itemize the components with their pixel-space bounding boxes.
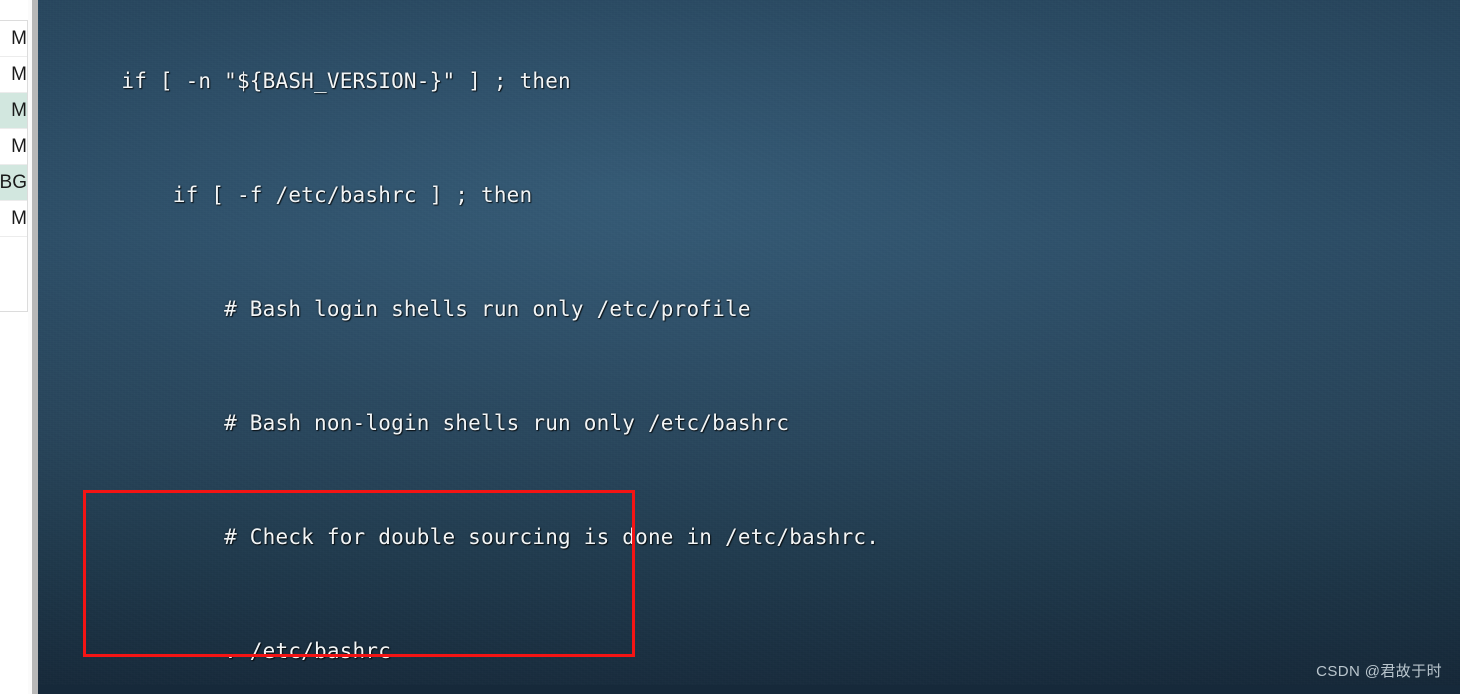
file-manager-panel[interactable]: M M M M BG M [0,20,28,312]
file-size-cell[interactable]: M [0,201,27,237]
terminal-line: # Bash login shells run only /etc/profil… [70,297,751,321]
file-size-cell[interactable]: M [0,57,27,93]
file-size-cell[interactable]: M [0,21,27,57]
terminal-line: . /etc/bashrc [70,639,392,663]
terminal-line: # Bash non-login shells run only /etc/ba… [70,411,790,435]
terminal-line: if [ -n "${BASH_VERSION-}" ] ; then [70,69,571,93]
terminal-bottom-bar [38,685,1460,694]
file-size-cell-selected[interactable]: BG [0,165,27,201]
watermark-label: CSDN @君故于时 [1316,663,1442,680]
file-size-cell-selected[interactable]: M [0,93,27,129]
terminal-line: if [ -f /etc/bashrc ] ; then [70,183,533,207]
terminal-window[interactable]: if [ -n "${BASH_VERSION-}" ] ; then if [… [38,0,1460,694]
screenshot-root: M M M M BG M if [ -n "${BASH_VERSION-}" … [0,0,1460,694]
terminal-text-buffer: if [ -n "${BASH_VERSION-}" ] ; then if [… [38,0,1460,694]
file-size-cell[interactable]: M [0,129,27,165]
terminal-line: # Check for double sourcing is done in /… [70,525,880,549]
